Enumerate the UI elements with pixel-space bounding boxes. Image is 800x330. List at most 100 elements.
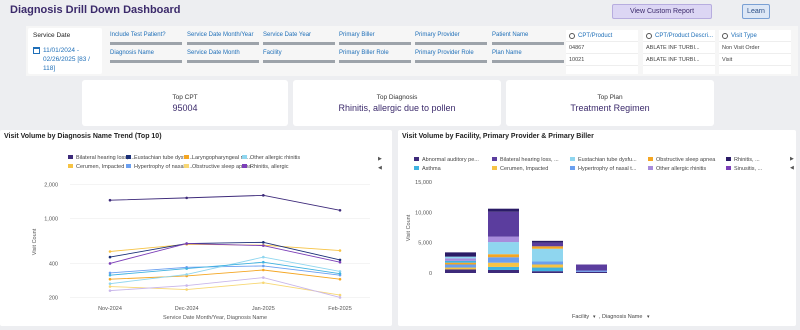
bar-segment[interactable] (532, 264, 563, 268)
data-point[interactable] (262, 260, 265, 264)
legend-label[interactable]: Asthma (422, 166, 442, 172)
sort-dropdown-icon[interactable]: ▾ (593, 314, 596, 320)
filter-dropdown-bar[interactable] (187, 42, 259, 45)
view-custom-report-button[interactable]: View Custom Report (612, 4, 712, 19)
filter-primary-biller-role[interactable]: Primary Biller Role (339, 49, 411, 63)
data-point[interactable] (338, 293, 342, 297)
data-point[interactable] (185, 242, 188, 245)
series-line[interactable] (109, 194, 341, 211)
filter-dropdown-bar[interactable] (415, 42, 487, 45)
visit-type-listbox[interactable]: Visit Type Non Visit Order Visit (719, 30, 791, 74)
list-item[interactable]: ABLATE INF TURBI... (643, 42, 715, 54)
legend-label[interactable]: Rhinitis, allergic (250, 164, 289, 170)
data-point[interactable] (108, 198, 112, 202)
data-point[interactable] (108, 271, 112, 275)
list-item[interactable]: ABLATE INF TURBI... (643, 54, 715, 66)
data-point[interactable] (338, 272, 342, 275)
bar-segment[interactable] (488, 262, 519, 267)
data-point[interactable] (108, 273, 112, 277)
filter-primary-provider-role[interactable]: Primary Provider Role (415, 49, 487, 63)
legend-label[interactable]: Cerumen, Impacted (500, 166, 548, 172)
data-point[interactable] (185, 284, 188, 287)
bar-segment[interactable] (488, 266, 519, 270)
data-point[interactable] (338, 270, 342, 273)
filter-primary-biller[interactable]: Primary Biller (339, 31, 411, 45)
bar-segment[interactable] (488, 208, 519, 212)
series-line[interactable] (109, 243, 341, 252)
legend-prev-arrow-icon[interactable]: ◀ (790, 165, 794, 171)
cpt-product-description-listbox[interactable]: CPT/Product Descri... ABLATE INF TURBI..… (643, 30, 715, 74)
bar-segment[interactable] (488, 269, 519, 273)
bar-segment[interactable] (532, 267, 563, 272)
bar-segment[interactable] (445, 256, 476, 259)
filter-facility[interactable]: Facility (263, 49, 335, 63)
bar-segment[interactable] (576, 264, 607, 271)
bar-segment[interactable] (532, 248, 563, 262)
bar-segment[interactable] (445, 262, 476, 265)
data-point[interactable] (338, 277, 342, 281)
sort-dropdown-icon[interactable]: ▾ (647, 314, 650, 320)
legend-prev-arrow-icon[interactable]: ◀ (378, 165, 382, 171)
bar-segment[interactable] (576, 270, 607, 272)
legend-next-arrow-icon[interactable]: ▶ (790, 156, 794, 162)
x-axis-field-facility[interactable]: Facility (572, 314, 589, 320)
data-point[interactable] (262, 244, 265, 247)
legend-label[interactable]: Bilateral hearing loss, ... (500, 157, 559, 163)
filter-dropdown-bar[interactable] (339, 60, 411, 63)
list-item[interactable]: 04867 (566, 42, 638, 54)
legend-label[interactable]: Obstructive sleep apnea (656, 157, 716, 163)
filter-plan-name[interactable]: Plan Name (492, 49, 564, 63)
bar-segment[interactable] (445, 260, 476, 263)
data-point[interactable] (185, 267, 188, 270)
bar-segment[interactable] (532, 261, 563, 265)
list-item[interactable]: Visit (719, 54, 791, 66)
bar-segment[interactable] (532, 246, 563, 249)
service-date-filter[interactable]: Service Date 11/01/2024 - 02/26/2025 [83… (28, 28, 102, 74)
data-point[interactable] (108, 277, 112, 281)
bar-segment[interactable] (488, 236, 519, 243)
data-point[interactable] (108, 250, 112, 253)
data-point[interactable] (108, 282, 112, 285)
legend-label[interactable]: Sinusitis, ... (734, 166, 763, 172)
x-axis-field-diagnosis[interactable]: , Diagnosis Name (599, 314, 642, 320)
legend-label[interactable]: Other allergic rhinitis (250, 155, 300, 161)
filter-diagnosis-name[interactable]: Diagnosis Name (110, 49, 182, 63)
bar-segment[interactable] (445, 269, 476, 273)
stacked-bar-chart[interactable]: Abnormal auditory pe... Asthma Bilateral h… (398, 130, 796, 326)
filter-dropdown-bar[interactable] (415, 60, 487, 63)
search-icon[interactable] (722, 32, 728, 39)
series-line[interactable] (109, 265, 341, 276)
legend-label[interactable]: Eustachian tube dysfu... (578, 157, 637, 163)
filter-patient-name[interactable]: Patient Name (492, 31, 564, 45)
data-point[interactable] (185, 288, 188, 291)
line-chart[interactable]: Bilateral hearing loss, ...Cerumen, Impa… (0, 130, 392, 326)
filter-dropdown-bar[interactable] (492, 60, 564, 63)
bar-segment[interactable] (445, 267, 476, 270)
bar-segment[interactable] (532, 240, 563, 243)
data-point[interactable] (338, 296, 342, 299)
data-point[interactable] (338, 260, 342, 264)
bar-segment[interactable] (445, 252, 476, 257)
filter-dropdown-bar[interactable] (263, 60, 335, 63)
filter-primary-provider[interactable]: Primary Provider (415, 31, 487, 45)
data-point[interactable] (338, 249, 342, 252)
bar-segment[interactable] (488, 257, 519, 263)
filter-service-date-month-year[interactable]: Service Date Month/Year (187, 31, 259, 45)
bar-segment[interactable] (488, 254, 519, 258)
legend-label[interactable]: Rhinitis, ... (734, 157, 760, 163)
legend-label[interactable]: Cerumen, Impacted (76, 164, 124, 170)
series-line[interactable] (109, 243, 341, 264)
filter-service-date-year[interactable]: Service Date Year (263, 31, 335, 45)
filter-dropdown-bar[interactable] (187, 60, 259, 63)
list-item[interactable]: 10021 (566, 54, 638, 66)
cpt-product-listbox[interactable]: CPT/Product 04867 10021 (566, 30, 638, 74)
data-point[interactable] (108, 262, 112, 265)
data-point[interactable] (262, 268, 265, 272)
list-item[interactable]: Non Visit Order (719, 42, 791, 54)
service-date-value[interactable]: 11/01/2024 - 02/26/2025 [83 / 118] (43, 46, 97, 73)
data-point[interactable] (338, 258, 342, 262)
filter-dropdown-bar[interactable] (339, 42, 411, 45)
data-point[interactable] (262, 264, 265, 268)
bar-segment[interactable] (488, 211, 519, 237)
filter-dropdown-bar[interactable] (263, 42, 335, 45)
